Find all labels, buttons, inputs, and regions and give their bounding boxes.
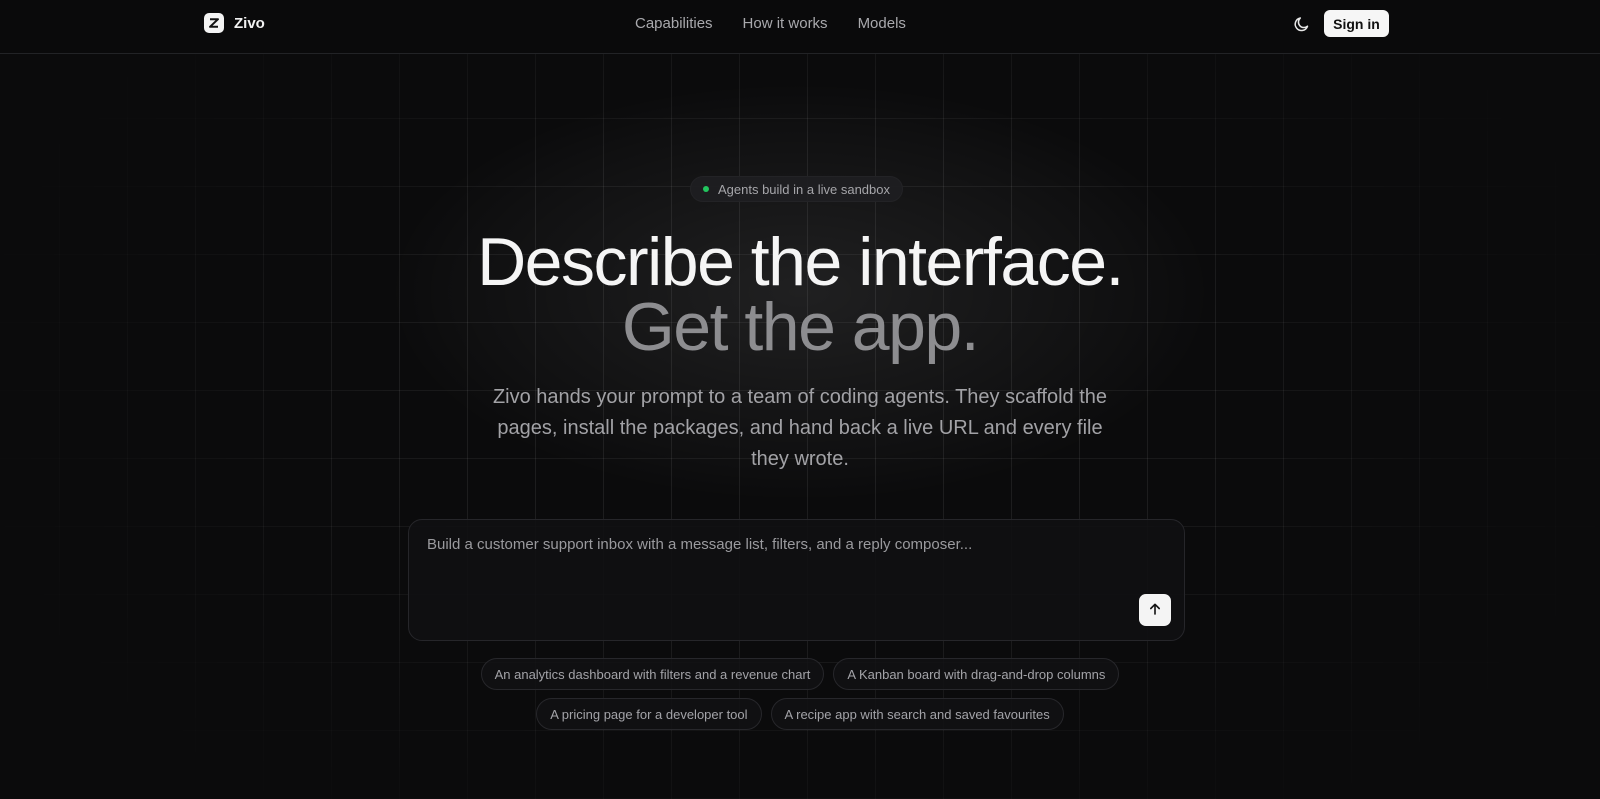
brand[interactable]: Zivo [204,13,265,33]
nav-link-how-it-works[interactable]: How it works [743,15,828,32]
send-button[interactable] [1139,594,1171,626]
hero-title-line-1: Describe the interface. [477,224,1124,300]
suggestion-row: A pricing page for a developer tool A re… [0,698,1600,730]
suggestion-chip-pricing[interactable]: A pricing page for a developer tool [536,698,762,730]
prompt-input[interactable] [427,536,1147,596]
status-badge: Agents build in a live sandbox [690,176,903,202]
status-badge-label: Agents build in a live sandbox [717,181,890,197]
nav-links: Capabilities How it works Models [635,15,906,32]
z-logo-icon [204,13,224,33]
suggestion-row: An analytics dashboard with filters and … [0,658,1600,690]
nav-link-capabilities[interactable]: Capabilities [635,15,713,32]
brand-name: Zivo [234,14,265,32]
prompt-box [408,519,1185,641]
hero-subtitle: Zivo hands your prompt to a team of codi… [492,386,1108,470]
suggestion-chip-analytics[interactable]: An analytics dashboard with filters and … [480,658,825,690]
nav-link-models[interactable]: Models [858,15,906,32]
page: Zivo Capabilities How it works Models Si… [0,0,1600,799]
moon-icon[interactable] [1292,14,1312,34]
top-nav: Zivo Capabilities How it works Models Si… [0,0,1600,54]
arrow-up-icon [1148,602,1162,619]
status-dot-icon [702,186,709,192]
sign-in-button[interactable]: Sign in [1324,10,1389,37]
suggestion-chip-kanban[interactable]: A Kanban board with drag-and-drop column… [833,658,1120,690]
hero-title-line-2: Get the app. [621,289,980,365]
suggestion-chip-recipe[interactable]: A recipe app with search and saved favou… [770,698,1064,730]
